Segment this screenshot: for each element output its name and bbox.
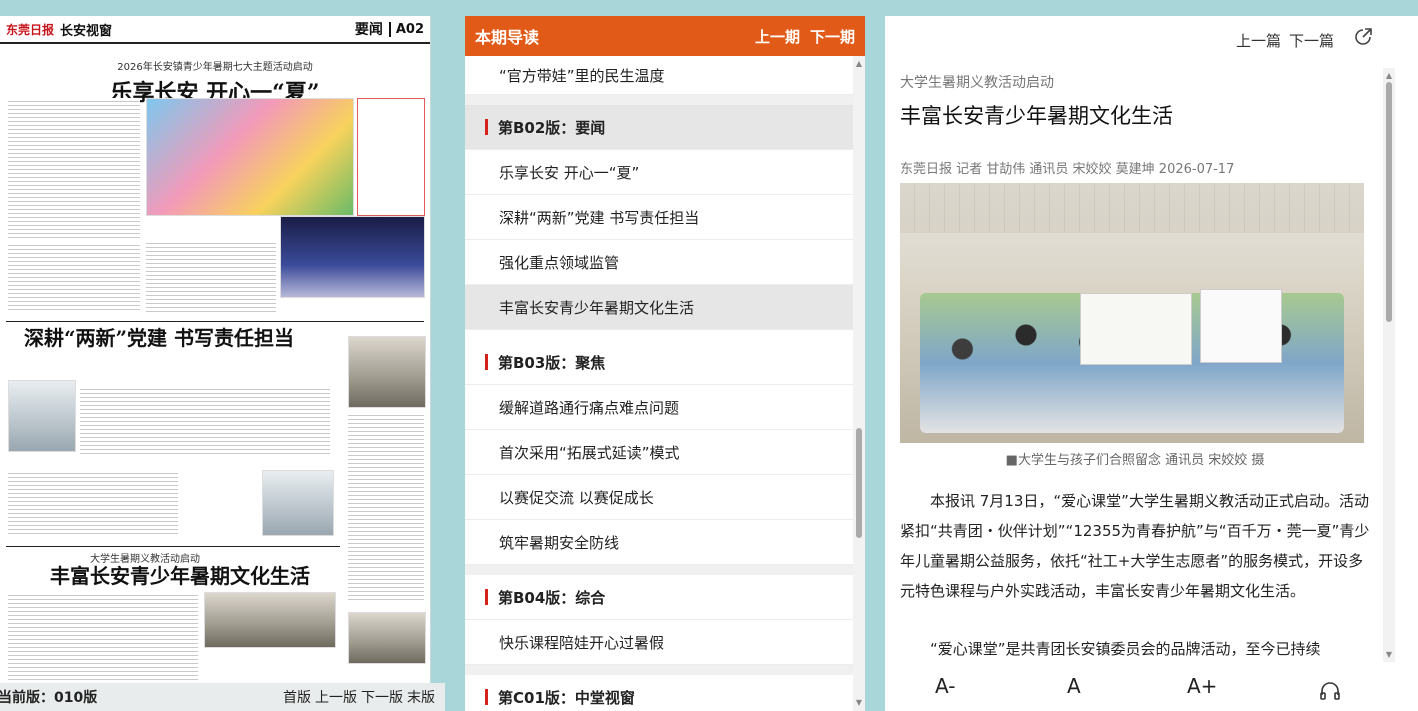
- story1-schedule-box: [357, 98, 425, 216]
- reading-toolbar: A- A A+: [885, 674, 1418, 711]
- scroll-thumb[interactable]: [1386, 82, 1392, 322]
- article-scrollbar[interactable]: ▲ ▼: [1383, 68, 1395, 662]
- prev-issue-link[interactable]: 上一期: [755, 26, 800, 47]
- story2-photo-2[interactable]: [262, 470, 334, 536]
- list-item[interactable]: 以赛促交流 以赛促成长: [465, 475, 853, 520]
- newspaper-logo: 东莞日报: [6, 22, 55, 37]
- list-item[interactable]: “官方带娃”里的民生温度: [465, 56, 853, 95]
- article-body[interactable]: 大学生暑期义教活动启动 丰富长安青少年暑期文化生活 东莞日报 记者 甘劼伟 通讯…: [900, 68, 1370, 662]
- prev-article-link[interactable]: 上一篇: [1236, 30, 1281, 51]
- section-b03[interactable]: 第B03版：聚焦: [465, 340, 853, 385]
- story4-text: [348, 412, 424, 602]
- section-b02[interactable]: 第B02版：要闻: [465, 105, 853, 150]
- section-b04[interactable]: 第B04版：综合: [465, 575, 853, 620]
- current-page-label: 当前版：010版: [0, 690, 98, 706]
- story1-kicker: 2026年长安镇青少年暑期七大主题活动启动: [117, 62, 313, 73]
- next-issue-link[interactable]: 下一期: [810, 26, 855, 47]
- font-smaller-button[interactable]: A-: [935, 674, 955, 698]
- headphones-icon[interactable]: [1318, 678, 1342, 707]
- guide-list[interactable]: “官方带娃”里的民生温度 第B02版：要闻 乐享长安 开心一“夏” 深耕“两新”…: [465, 56, 853, 711]
- guide-title: 本期导读: [475, 28, 540, 47]
- story2-headline[interactable]: 深耕“两新”党建 书写责任担当: [0, 322, 294, 351]
- guide-scrollbar[interactable]: ▲ ▼: [853, 56, 865, 711]
- article-title: 丰富长安青少年暑期文化生活: [900, 104, 1173, 128]
- story3-text: [8, 592, 198, 682]
- story1-text: [8, 98, 140, 238]
- issue-guide-panel: 本期导读 上一期 下一期 “官方带娃”里的民生温度 第B02版：要闻 乐享长安 …: [465, 16, 865, 711]
- next-page-link[interactable]: 下一版: [361, 687, 403, 707]
- story3-photo[interactable]: [204, 592, 336, 648]
- list-item[interactable]: 深耕“两新”党建 书写责任担当: [465, 195, 853, 240]
- article-byline: 东莞日报 记者 甘劼伟 通讯员 宋姣姣 莫建坤 2026-07-17: [900, 162, 1235, 177]
- story1-photo-stage[interactable]: [146, 98, 354, 216]
- story1-text-more: [8, 242, 140, 312]
- next-article-link[interactable]: 下一篇: [1289, 30, 1334, 51]
- list-item[interactable]: 首次采用“拓展式延读”模式: [465, 430, 853, 475]
- article-paragraph: 本报讯 7月13日，“爱心课堂”大学生暑期义教活动正式启动。活动紧扣“共青团・伙…: [900, 492, 1370, 600]
- list-item[interactable]: 快乐课程陪娃开心过暑假: [465, 620, 853, 665]
- banner-flag: [1200, 289, 1282, 363]
- newspaper-page[interactable]: 东莞日报 长安视窗 要闻 A02 2026年长安镇青少年暑期七大主题活动启动 乐…: [0, 16, 431, 683]
- article-subtitle: 大学生暑期义教活动启动: [900, 75, 1054, 91]
- guide-header: 本期导读 上一期 下一期: [465, 16, 865, 56]
- first-page-link[interactable]: 首版: [283, 687, 311, 707]
- font-larger-button[interactable]: A+: [1187, 674, 1217, 698]
- story4-photo[interactable]: [348, 336, 426, 408]
- story4-photo-2[interactable]: [348, 612, 426, 664]
- page-nav: 首版 上一版 下一版 末版: [283, 687, 435, 707]
- scroll-up-arrow-icon[interactable]: ▲: [854, 59, 864, 69]
- story2-portrait-1[interactable]: [8, 380, 76, 452]
- page-statusbar: 当前版：010版 首版 上一版 下一版 末版: [0, 683, 445, 711]
- article-paragraph: “爱心课堂”是共青团长安镇委员会的品牌活动，至今已持续: [930, 640, 1321, 658]
- share-icon[interactable]: [1352, 26, 1374, 52]
- article-photo[interactable]: [900, 183, 1364, 443]
- masthead: 东莞日报 长安视窗 要闻 A02: [0, 16, 430, 44]
- page-section: 要闻: [354, 22, 383, 38]
- list-item[interactable]: 强化重点领域监管: [465, 240, 853, 285]
- article-panel: 上一篇 下一篇 大学生暑期义教活动启动 丰富长安青少年暑期文化生活 东莞日报 记…: [885, 16, 1418, 711]
- story2-text-2: [8, 470, 178, 534]
- list-item-active[interactable]: 丰富长安青少年暑期文化生活: [465, 285, 853, 330]
- story2-text: [80, 386, 330, 456]
- story1-text-col2: [146, 240, 276, 312]
- font-normal-button[interactable]: A: [1067, 674, 1081, 698]
- scroll-down-arrow-icon[interactable]: ▼: [1384, 650, 1394, 659]
- story1-photo-hall[interactable]: [280, 216, 425, 298]
- story3-headline[interactable]: 丰富长安青少年暑期文化生活: [26, 560, 310, 589]
- photo-caption: ■大学生与孩子们合照留念 通讯员 宋姣姣 摄: [1005, 453, 1265, 468]
- prev-page-link[interactable]: 上一版: [315, 687, 357, 707]
- list-item[interactable]: 乐享长安 开心一“夏”: [465, 150, 853, 195]
- scroll-down-arrow-icon[interactable]: ▼: [854, 698, 864, 708]
- section-c01[interactable]: 第C01版：中堂视窗: [465, 675, 853, 711]
- scroll-up-arrow-icon[interactable]: ▲: [1384, 71, 1394, 80]
- list-item[interactable]: 筑牢暑期安全防线: [465, 520, 853, 565]
- list-item[interactable]: 缓解道路通行痛点难点问题: [465, 385, 853, 430]
- last-page-link[interactable]: 末版: [407, 687, 435, 707]
- page-number: A02: [388, 21, 424, 37]
- page-name: 长安视窗: [60, 23, 113, 39]
- banner-flag: [1080, 293, 1192, 365]
- scroll-thumb[interactable]: [856, 428, 862, 538]
